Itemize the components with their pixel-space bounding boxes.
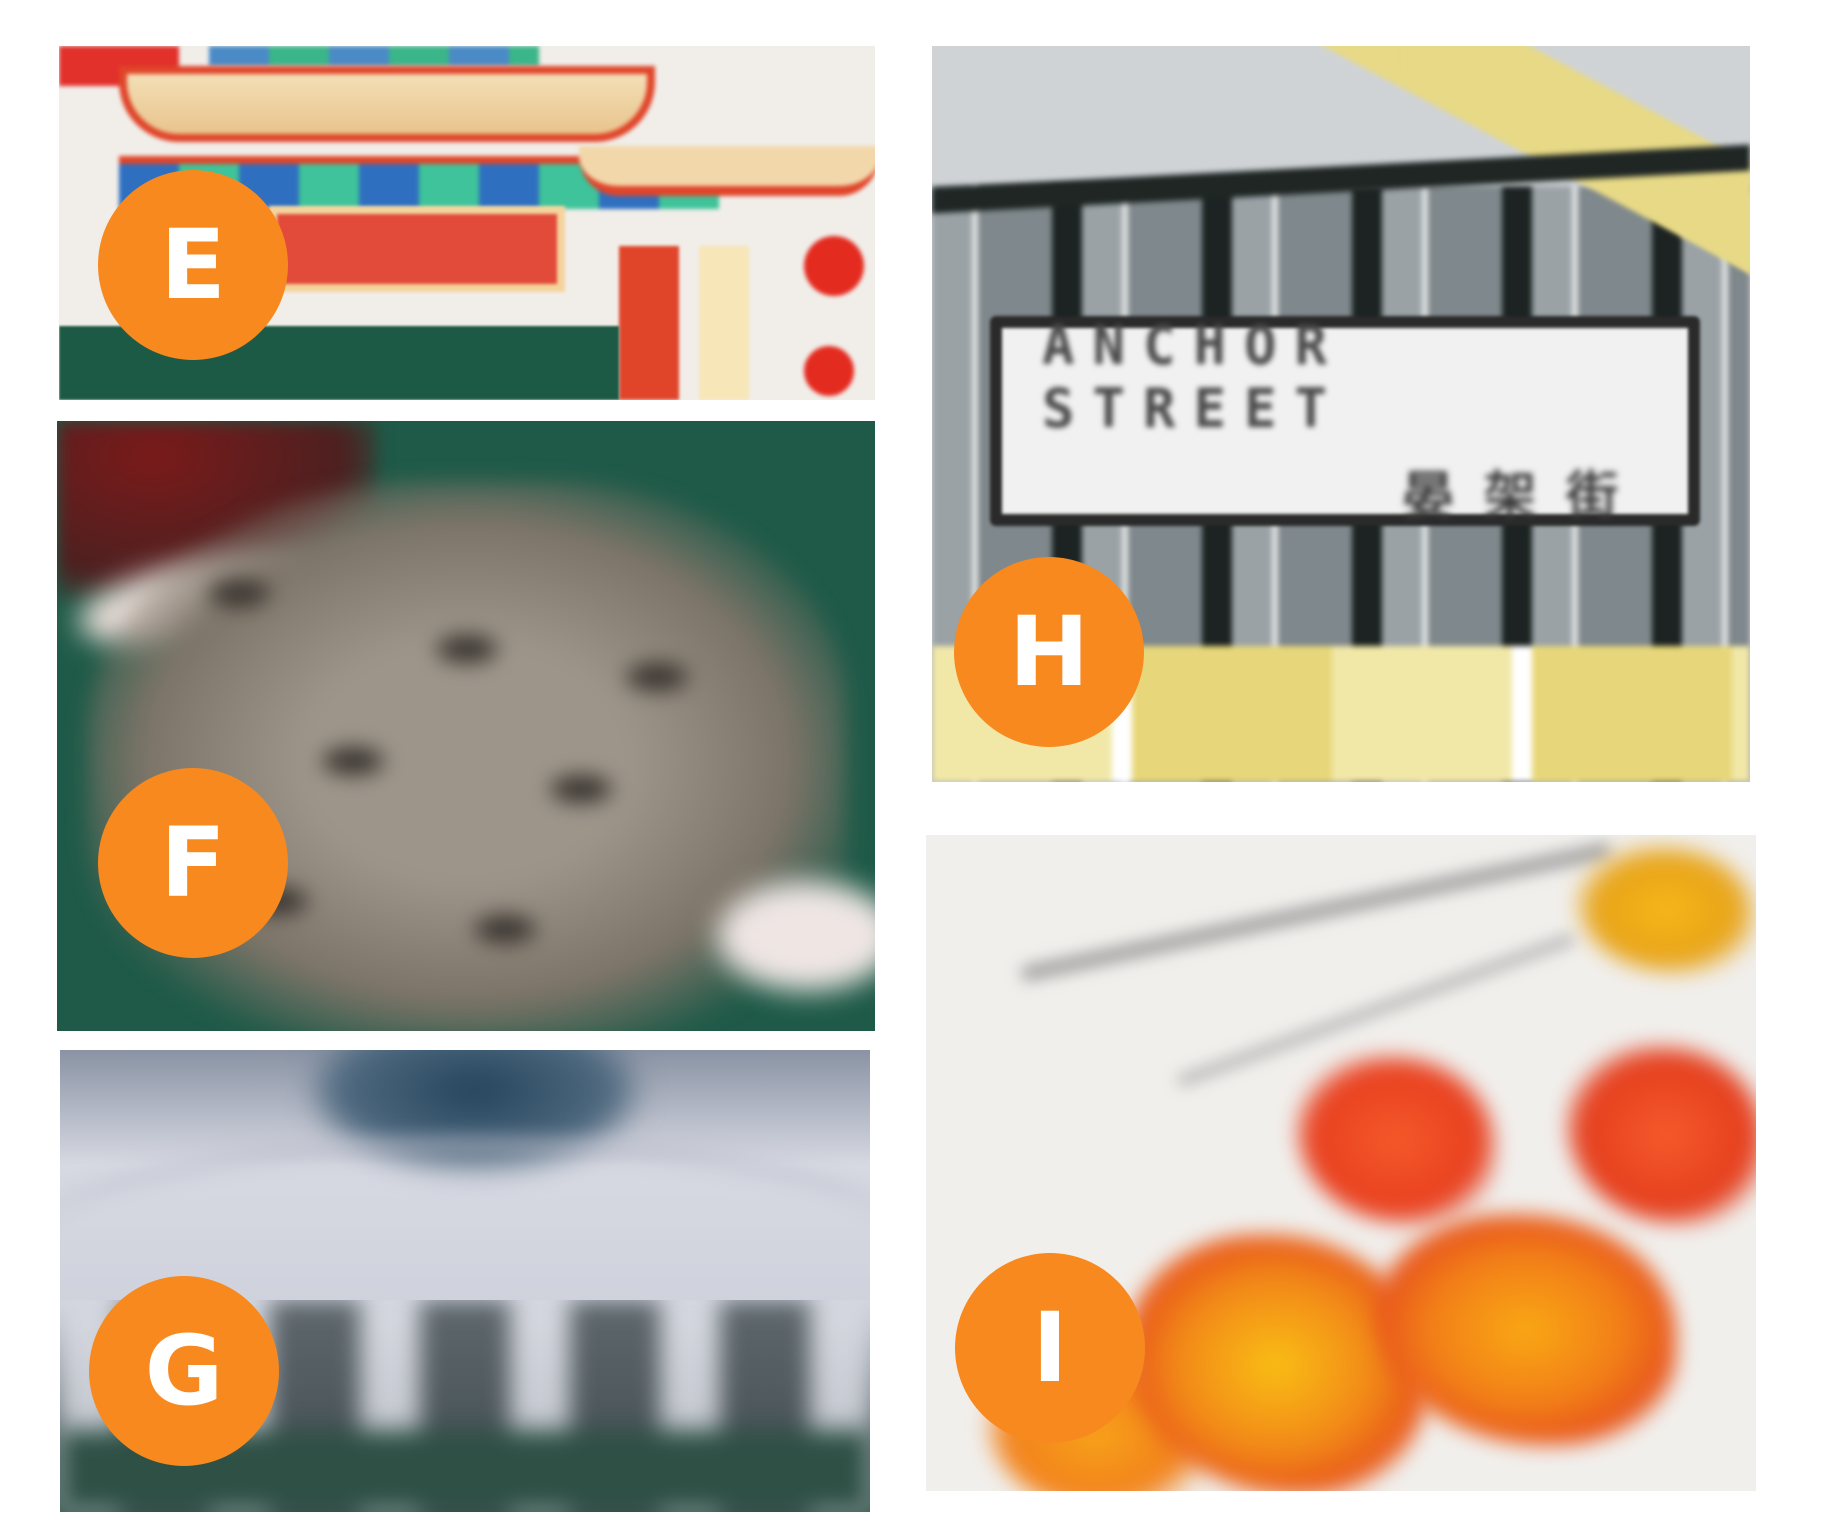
maple-leaf — [1576, 845, 1756, 975]
street-sign-chinese: 晏架街 — [1401, 466, 1648, 527]
panel-label: F — [160, 807, 226, 919]
panel-label: G — [144, 1315, 224, 1427]
gate-plaque — [269, 206, 565, 292]
upper-roof — [119, 66, 655, 142]
panel-label-badge: G — [89, 1276, 279, 1466]
maple-leaf — [1296, 1055, 1496, 1225]
street-sign: ANCHOR STREET 晏架街 — [990, 313, 1700, 527]
maple-leaf — [1566, 1045, 1756, 1225]
image-panel-h: ANCHOR STREET 晏架街 H — [932, 46, 1750, 782]
panel-label: E — [160, 209, 226, 321]
image-panel-f: F — [57, 421, 875, 1031]
red-sun — [804, 236, 864, 296]
image-panel-g: G — [60, 1050, 870, 1512]
panel-label-badge: H — [954, 557, 1144, 747]
panel-label-badge: E — [98, 170, 288, 360]
panel-label: H — [1008, 596, 1090, 708]
image-panel-i: I — [926, 835, 1756, 1491]
panel-label: I — [1032, 1292, 1068, 1404]
panel-label-badge: F — [98, 768, 288, 958]
gate-pillar — [699, 246, 749, 400]
street-sign-english: ANCHOR STREET — [1042, 313, 1346, 440]
panel-label-badge: I — [955, 1253, 1145, 1443]
image-panel-e: E — [59, 46, 875, 400]
side-roof — [579, 146, 875, 196]
gate-pillar — [619, 246, 679, 400]
red-sun — [804, 346, 854, 396]
roof-tiles — [209, 46, 539, 66]
